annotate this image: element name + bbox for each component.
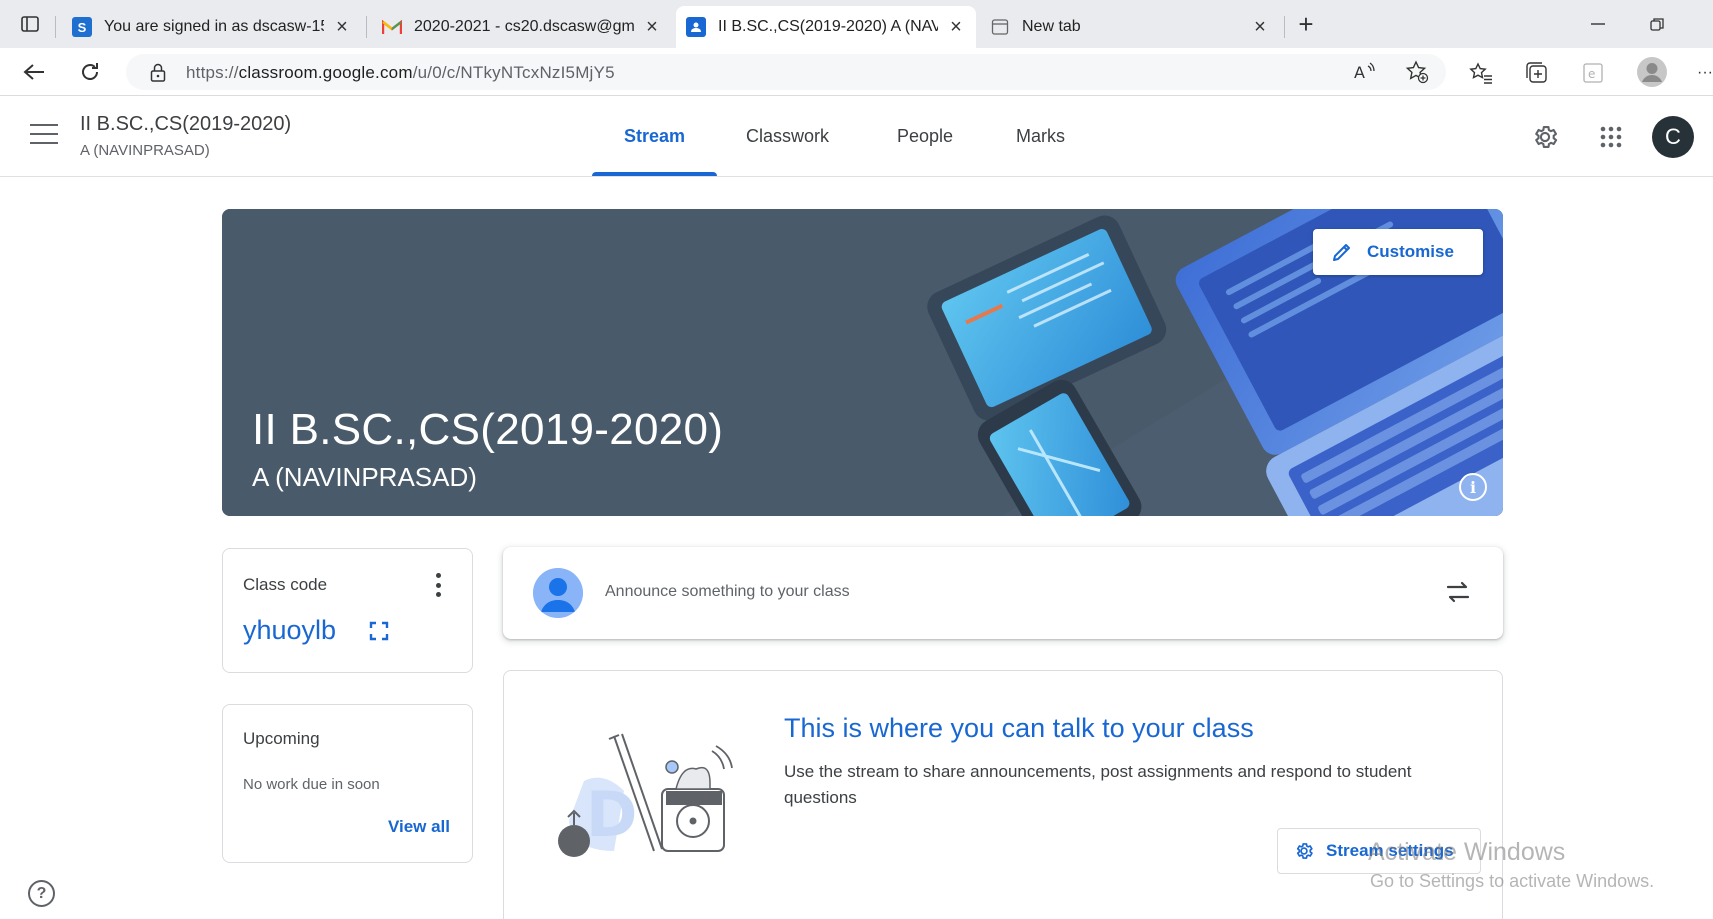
view-all-link[interactable]: View all: [388, 817, 450, 837]
announce-box[interactable]: Announce something to your class: [503, 547, 1503, 639]
browser-tab-3-active[interactable]: II B.SC.,CS(2019-2020) A (NAVINP ×: [676, 6, 976, 48]
s-favicon-icon: S: [72, 17, 92, 37]
gmail-icon: [382, 17, 402, 37]
empty-stream-card: D This is where you can talk to your cla…: [503, 670, 1503, 919]
class-code-label: Class code: [243, 575, 328, 594]
url-path: /u/0/c/NTkyNTcxNzI5MjY5: [412, 63, 615, 82]
restore-icon[interactable]: [1645, 12, 1669, 36]
browser-tab-4[interactable]: New tab ×: [980, 6, 1280, 48]
info-icon[interactable]: i: [1459, 473, 1487, 501]
main-menu-icon[interactable]: [30, 124, 58, 148]
active-tab-indicator: [592, 172, 717, 176]
svg-text:A: A: [1354, 63, 1365, 82]
browser-toolbar: https://classroom.google.com/u/0/c/NTkyN…: [0, 48, 1713, 96]
tab-title: 2020-2021 - cs20.dscasw@gmail: [414, 18, 634, 35]
tab-classwork[interactable]: Classwork: [746, 126, 829, 147]
stream-illustration: D: [558, 733, 733, 857]
profile-avatar-icon[interactable]: [1636, 56, 1668, 88]
svg-text:D: D: [586, 778, 637, 851]
empty-stream-body: Use the stream to share announcements, p…: [784, 762, 1412, 807]
repost-icon[interactable]: [1443, 577, 1473, 607]
address-bar[interactable]: https://classroom.google.com/u/0/c/NTkyN…: [126, 54, 1446, 90]
activate-windows-watermark: Activate Windows: [1368, 838, 1566, 866]
tab-marks[interactable]: Marks: [1016, 126, 1065, 147]
url-host: classroom.google.com: [238, 63, 413, 82]
tab-people[interactable]: People: [897, 126, 953, 147]
favorites-icon[interactable]: [1468, 60, 1494, 86]
close-tab-icon[interactable]: ×: [332, 16, 352, 39]
more-options-icon[interactable]: [433, 573, 443, 597]
lock-icon[interactable]: [150, 63, 166, 87]
newtab-icon: [990, 17, 1010, 37]
activate-windows-hint: Go to Settings to activate Windows.: [1370, 871, 1655, 891]
help-icon[interactable]: ?: [28, 880, 55, 907]
class-section: A (NAVINPRASAD): [80, 142, 210, 159]
user-avatar-icon: [533, 568, 583, 618]
class-name[interactable]: II B.SC.,CS(2019-2020): [80, 113, 291, 136]
read-aloud-icon[interactable]: A: [1352, 59, 1378, 85]
upcoming-empty-text: No work due in soon: [243, 776, 380, 793]
more-menu-icon[interactable]: ···: [1692, 60, 1713, 86]
tab-separator: [1284, 16, 1285, 38]
minimize-icon[interactable]: [1586, 12, 1610, 36]
class-code-value: yhuoylb: [243, 615, 337, 645]
account-avatar[interactable]: C: [1652, 116, 1694, 158]
url-prefix: https://: [186, 63, 239, 82]
tab-stream[interactable]: Stream: [624, 126, 685, 147]
reload-icon[interactable]: [76, 58, 104, 86]
pencil-icon: [1333, 244, 1350, 261]
fullscreen-icon[interactable]: [369, 621, 389, 641]
tab-separator: [55, 16, 56, 38]
announce-placeholder[interactable]: Announce something to your class: [605, 583, 850, 601]
svg-text:e: e: [1588, 67, 1595, 81]
new-tab-button[interactable]: +: [1294, 9, 1318, 39]
tab-title: II B.SC.,CS(2019-2020) A (NAVINP: [718, 18, 938, 35]
upcoming-card: Upcoming No work due in soon View all: [222, 704, 473, 863]
classroom-icon: [686, 17, 706, 37]
browser-tab-2[interactable]: 2020-2021 - cs20.dscasw@gmail ×: [372, 6, 672, 48]
class-banner: II B.SC.,CS(2019-2020) A (NAVINPRASAD) C…: [222, 209, 1503, 516]
upcoming-title: Upcoming: [243, 729, 320, 748]
browser-tab-1[interactable]: S You are signed in as dscasw-152 ×: [62, 6, 362, 48]
url-text[interactable]: https://classroom.google.com/u/0/c/NTkyN…: [186, 63, 615, 83]
empty-stream-title: This is where you can talk to your class: [784, 713, 1254, 743]
tab-title: You are signed in as dscasw-152: [104, 18, 324, 35]
apps-grid-icon[interactable]: [1594, 120, 1628, 154]
close-tab-icon[interactable]: ×: [642, 16, 662, 39]
back-arrow-icon[interactable]: [20, 58, 48, 86]
close-tab-icon[interactable]: ×: [1250, 16, 1270, 39]
classroom-header: II B.SC.,CS(2019-2020) A (NAVINPRASAD) S…: [0, 96, 1713, 177]
banner-section: A (NAVINPRASAD): [252, 462, 477, 492]
collections-icon[interactable]: [1524, 60, 1550, 86]
settings-gear-icon: [1296, 843, 1313, 859]
add-favorite-icon[interactable]: [1404, 59, 1430, 85]
ie-mode-icon[interactable]: e: [1580, 60, 1606, 86]
tab-title: New tab: [1022, 18, 1081, 35]
browser-tabstrip: S You are signed in as dscasw-152 × 2020…: [0, 0, 1713, 48]
settings-gear-icon[interactable]: [1528, 120, 1562, 154]
banner-class-name: II B.SC.,CS(2019-2020): [252, 405, 724, 454]
customise-label: Customise: [1367, 242, 1454, 261]
close-tab-icon[interactable]: ×: [946, 16, 966, 39]
class-code-card: Class code yhuoylb: [222, 548, 473, 673]
tab-separator: [366, 16, 367, 38]
tab-actions-icon[interactable]: [18, 12, 42, 36]
customise-button[interactable]: Customise: [1313, 229, 1483, 275]
